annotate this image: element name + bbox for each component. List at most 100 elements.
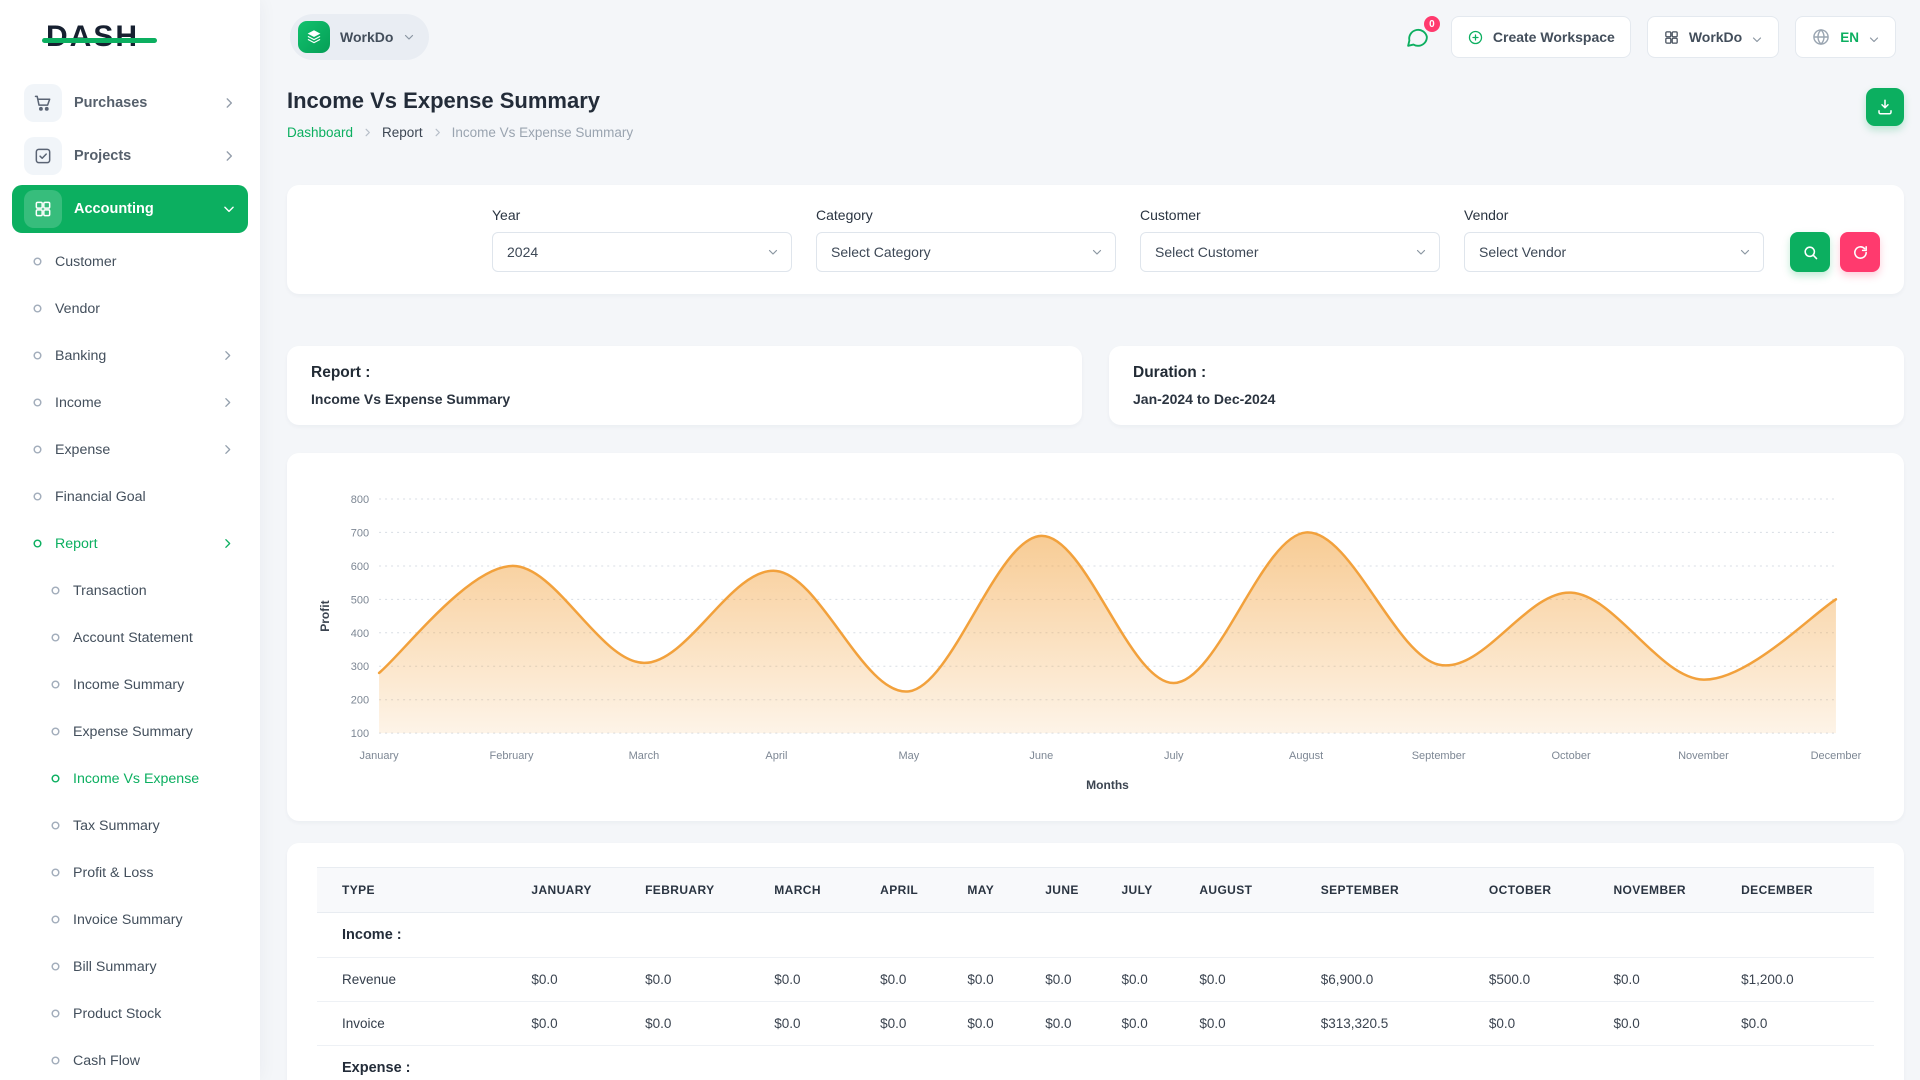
sidebar-item-accounting[interactable]: Accounting [12,185,248,233]
workspace-selector[interactable]: WorkDo [290,14,429,60]
sidebar-item-profit-loss[interactable]: Profit & Loss [0,849,260,896]
report-card-title: Report : [311,364,1058,382]
language-selector[interactable]: EN [1795,16,1896,58]
circle-bullet-icon [32,444,43,455]
sidebar-item-income[interactable]: Income [0,379,260,426]
sidebar-item-label: Profit & Loss [73,865,153,881]
chevron-right-icon [221,349,234,362]
sidebar-item-product-stock[interactable]: Product Stock [0,990,260,1037]
workspace-name: WorkDo [340,29,393,45]
logo-text: DASH [46,20,139,54]
chevron-down-icon [1091,246,1103,258]
sidebar-item-income-vs-expense[interactable]: Income Vs Expense [0,755,260,802]
sidebar-item-label: Purchases [74,95,147,111]
sidebar-item-income-summary[interactable]: Income Summary [0,661,260,708]
sidebar-item-financial-goal[interactable]: Financial Goal [0,473,260,520]
breadcrumb-dashboard[interactable]: Dashboard [287,125,353,140]
chevron-down-icon [1739,246,1751,258]
circle-bullet-icon [32,303,43,314]
year-select[interactable]: 2024 [492,232,792,272]
cell-value: $0.0 [1109,1002,1187,1046]
cell-value: $0.0 [868,1002,955,1046]
sidebar-item-account-statement[interactable]: Account Statement [0,614,260,661]
sidebar-nav: Purchases Projects Accounting Customer Vendo… [0,79,260,1080]
duration-summary-card: Duration : Jan-2024 to Dec-2024 [1109,346,1904,425]
customer-label: Customer [1140,207,1440,223]
chevron-down-icon [1751,31,1763,43]
vendor-select[interactable]: Select Vendor [1464,232,1764,272]
svg-text:Months: Months [1086,778,1129,792]
create-workspace-button[interactable]: Create Workspace [1451,16,1631,58]
year-label: Year [492,207,792,223]
chevron-right-icon [222,96,236,110]
page-head: Income Vs Expense Summary Dashboard Repo… [287,88,1904,140]
circle-bullet-icon [50,726,61,737]
table-header-row: TYPEJANUARYFEBRUARYMARCHAPRILMAYJUNEJULY… [317,868,1874,913]
sidebar-item-label: Report [55,536,98,552]
svg-text:May: May [898,750,919,762]
sidebar-item-expense[interactable]: Expense [0,426,260,473]
messages-button[interactable]: 0 [1401,20,1435,54]
income-expense-table: TYPEJANUARYFEBRUARYMARCHAPRILMAYJUNEJULY… [317,867,1874,1080]
chevron-down-icon [767,246,779,258]
cell-value: $0.0 [762,1002,868,1046]
circle-bullet-icon [32,397,43,408]
sidebar-item-invoice-summary[interactable]: Invoice Summary [0,896,260,943]
circle-bullet-icon [50,820,61,831]
reset-icon [1852,244,1869,261]
svg-text:February: February [490,750,535,762]
chevron-right-icon [221,537,234,550]
chevron-down-icon [403,31,415,43]
cell-value: $0.0 [1729,1002,1874,1046]
column-header: NOVEMBER [1601,868,1729,913]
cell-value: $0.0 [1477,1002,1602,1046]
row-type: Invoice [317,1002,519,1046]
download-report-button[interactable] [1866,88,1904,126]
sidebar-item-tax-summary[interactable]: Tax Summary [0,802,260,849]
sidebar-item-label: Income Vs Expense [73,771,199,787]
svg-text:100: 100 [351,728,369,740]
sidebar-item-report[interactable]: Report [0,520,260,567]
sidebar-item-purchases[interactable]: Purchases [12,79,248,127]
sidebar-item-customer[interactable]: Customer [0,238,260,285]
chevron-right-icon [222,149,236,163]
reset-filter-button[interactable] [1840,232,1880,272]
sidebar-item-label: Account Statement [73,630,193,646]
table-section-row: Expense : [317,1046,1874,1080]
sidebar-item-projects[interactable]: Projects [12,132,248,180]
sidebar-item-transaction[interactable]: Transaction [0,567,260,614]
svg-text:700: 700 [351,527,369,539]
app-logo[interactable]: DASH [0,0,260,74]
sidebar-item-bill-summary[interactable]: Bill Summary [0,943,260,990]
cell-value: $313,320.5 [1309,1002,1477,1046]
svg-text:January: January [360,750,400,762]
cell-value: $0.0 [762,958,868,1002]
circle-bullet-icon [32,491,43,502]
sidebar-item-expense-summary[interactable]: Expense Summary [0,708,260,755]
circle-bullet-icon [50,961,61,972]
sidebar-item-vendor[interactable]: Vendor [0,285,260,332]
apply-filter-button[interactable] [1790,232,1830,272]
sidebar-item-cash-flow[interactable]: Cash Flow [0,1037,260,1080]
svg-text:December: December [1811,750,1862,762]
plus-circle-icon [1467,29,1484,46]
topbar-actions: 0 Create Workspace WorkDo EN [1401,16,1896,58]
main-column: WorkDo 0 Create Workspace WorkDo [260,0,1920,1080]
breadcrumb-report[interactable]: Report [382,125,423,140]
circle-bullet-icon [50,632,61,643]
sidebar-item-label: Expense Summary [73,724,193,740]
report-summary-card: Report : Income Vs Expense Summary [287,346,1082,425]
svg-text:July: July [1164,750,1184,762]
category-select[interactable]: Select Category [816,232,1116,272]
circle-bullet-icon [32,538,43,549]
sidebar-item-label: Customer [55,254,117,270]
circle-bullet-icon [50,773,61,784]
svg-text:200: 200 [351,695,369,707]
customer-select[interactable]: Select Customer [1140,232,1440,272]
workspace-menu-button[interactable]: WorkDo [1647,16,1779,58]
column-header: FEBRUARY [633,868,762,913]
sidebar-item-label: Income Summary [73,677,184,693]
sidebar-item-label: Financial Goal [55,489,146,505]
circle-bullet-icon [50,585,61,596]
sidebar-item-banking[interactable]: Banking [0,332,260,379]
